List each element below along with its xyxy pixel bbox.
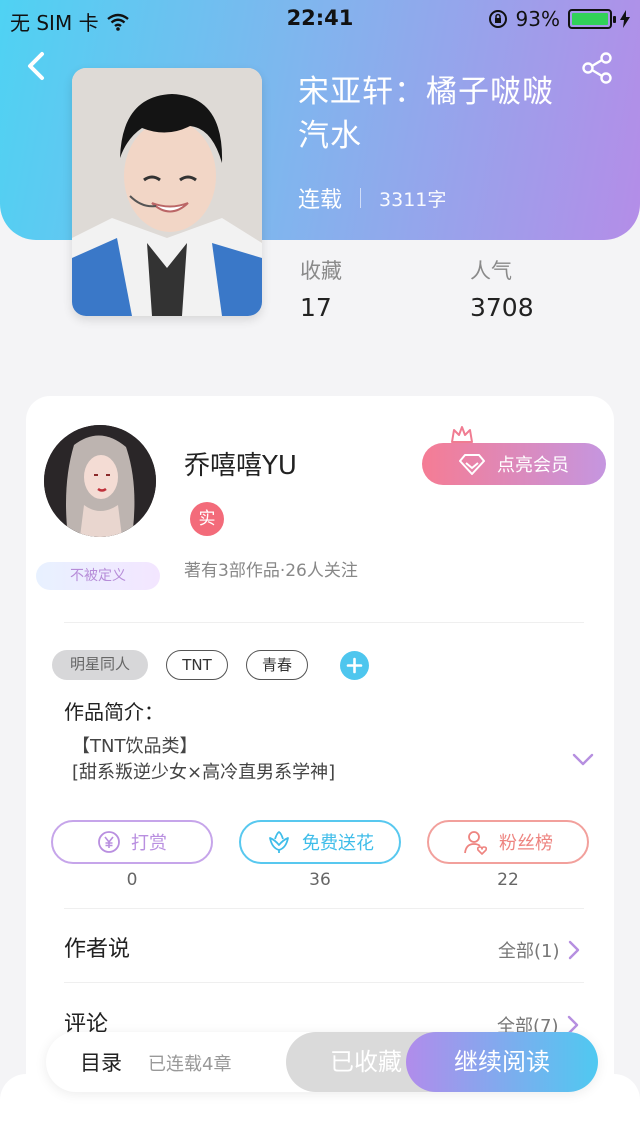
- author-decor-tag: 不被定义: [36, 562, 160, 590]
- stat-label: 收藏: [300, 259, 342, 283]
- stat-value: 17: [300, 293, 332, 322]
- battery-icon: [568, 9, 616, 29]
- fan-ranking-button[interactable]: 粉丝榜: [427, 820, 589, 864]
- stat-popularity: 人气 3708: [470, 255, 534, 322]
- reward-label: 打赏: [131, 833, 167, 854]
- vip-button-label: 点亮会员: [497, 455, 569, 476]
- book-title-line1: 宋亚轩：橘子啵啵: [298, 74, 554, 110]
- author-says-label: 作者说: [64, 937, 131, 962]
- tag-item[interactable]: 青春: [246, 650, 308, 680]
- add-tag-button[interactable]: [340, 651, 369, 680]
- author-name[interactable]: 乔嘻嘻YU: [184, 445, 297, 482]
- tag-item[interactable]: 明星同人: [52, 650, 148, 680]
- chevron-right-icon: [568, 940, 579, 960]
- verified-badge: 实: [190, 502, 224, 536]
- avatar-illustration: [44, 425, 156, 537]
- vip-button[interactable]: 点亮会员: [422, 443, 606, 485]
- back-button[interactable]: [22, 48, 52, 84]
- orientation-lock-icon: [488, 10, 507, 28]
- book-title-line2: 汽水: [298, 118, 362, 154]
- chevron-down-icon[interactable]: [572, 752, 594, 768]
- charging-bolt-icon: [620, 10, 630, 28]
- book-title: 宋亚轩：橘子啵啵 汽水: [298, 70, 588, 158]
- yen-coin-icon: [98, 831, 120, 853]
- author-info: 著有3部作品·26人关注: [184, 561, 358, 581]
- fan-user-icon: [464, 831, 488, 855]
- divider: [64, 982, 584, 983]
- chapter-count: 已连载4章: [148, 1054, 232, 1075]
- cover-portrait: [72, 68, 262, 316]
- crown-icon: [451, 426, 473, 443]
- book-cover-image[interactable]: [72, 68, 262, 316]
- battery-percent: 93%: [515, 7, 560, 31]
- intro-line: [甜系叛逆少女×高冷直男系学神]: [72, 762, 336, 783]
- plus-icon: [346, 657, 363, 674]
- divider: [64, 622, 584, 623]
- author-says-count: 全部(1): [498, 941, 560, 962]
- diamond-icon: [459, 454, 485, 475]
- intro-label: 作品简介：: [64, 700, 164, 724]
- word-count: 3311字: [379, 188, 447, 211]
- book-meta: 连载 3311字: [298, 182, 446, 214]
- reward-count: 0: [126, 870, 138, 890]
- stat-label: 人气: [470, 259, 512, 283]
- reward-button[interactable]: 打赏: [51, 820, 213, 864]
- send-flower-label: 免费送花: [302, 833, 374, 854]
- send-flower-button[interactable]: 免费送花: [239, 820, 401, 864]
- status-bar: 无 SIM 卡 22:41 93%: [0, 0, 640, 40]
- fan-count: 22: [497, 870, 519, 890]
- stat-favorites: 收藏 17: [300, 255, 342, 322]
- fan-ranking-label: 粉丝榜: [499, 833, 553, 854]
- serial-status: 连载: [298, 188, 343, 213]
- divider: [64, 908, 584, 909]
- chevron-left-icon: [28, 52, 44, 80]
- tag-item[interactable]: TNT: [166, 650, 228, 680]
- author-avatar[interactable]: [44, 425, 156, 537]
- flower-icon: [269, 830, 289, 853]
- toc-button[interactable]: 目录: [80, 1047, 122, 1077]
- intro-text: 【TNT饮品类】 [甜系叛逆少女×高冷直男系学神]: [72, 734, 335, 786]
- stat-value: 3708: [470, 293, 534, 322]
- continue-reading-button[interactable]: 继续阅读: [406, 1032, 598, 1092]
- flower-count: 36: [309, 870, 331, 890]
- intro-line: 【TNT饮品类】: [72, 736, 198, 757]
- meta-divider: [360, 188, 362, 208]
- author-says-more[interactable]: 全部(1): [498, 937, 580, 963]
